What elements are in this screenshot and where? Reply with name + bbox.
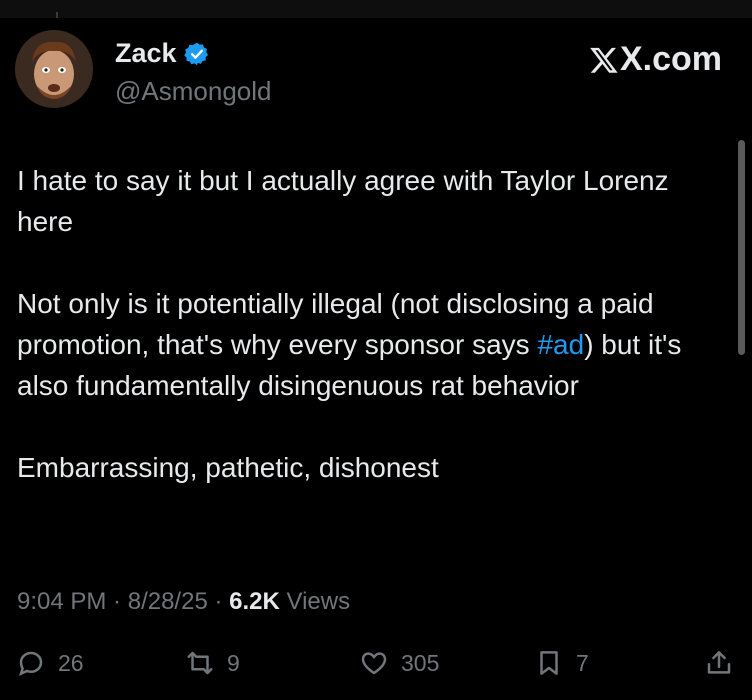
views-count: 6.2K <box>229 588 280 615</box>
author-name[interactable]: Zack <box>115 38 177 69</box>
meta-separator: · <box>106 588 128 615</box>
bookmark-icon <box>540 651 558 675</box>
meta-separator: · <box>207 588 230 615</box>
brand-label: X.com <box>619 40 722 78</box>
action-bar: 26 9 305 7 <box>0 643 752 687</box>
reply-count: 26 <box>58 649 84 676</box>
bookmark-button[interactable]: 7 <box>534 648 589 678</box>
avatar[interactable] <box>15 30 93 108</box>
tweet-time[interactable]: 9:04 PM <box>17 588 106 615</box>
top-bar-tick <box>56 12 58 18</box>
author-handle[interactable]: @Asmongold <box>115 76 271 107</box>
top-bar <box>0 0 752 18</box>
author-name-row: Zack <box>115 38 210 69</box>
repost-button[interactable]: 9 <box>185 648 240 678</box>
heart-icon <box>361 652 387 675</box>
bookmark-count: 7 <box>576 649 589 676</box>
tweet-paragraph-2: Not only is it potentially illegal (not … <box>17 283 717 406</box>
verified-badge-icon <box>183 41 210 67</box>
avatar-photo-icon <box>15 30 93 108</box>
share-button[interactable] <box>704 648 734 678</box>
reply-icon <box>18 651 43 676</box>
repost-count: 9 <box>227 649 240 676</box>
x-logo-icon <box>590 47 618 73</box>
like-button[interactable]: 305 <box>359 648 439 678</box>
views-label: Views <box>279 588 351 615</box>
tweet-meta: 9:04 PM · 8/28/25 · 6.2K Views <box>17 588 350 616</box>
tweet-paragraph-3: Embarrassing, pathetic, dishonest <box>17 452 439 483</box>
tweet-date[interactable]: 8/28/25 <box>128 588 208 615</box>
repost-icon <box>187 651 213 675</box>
share-icon <box>707 651 731 674</box>
like-count: 305 <box>401 649 440 676</box>
reply-button[interactable]: 26 <box>16 648 84 678</box>
tweet-paragraph-1: I hate to say it but I actually agree wi… <box>17 165 669 237</box>
hashtag-link[interactable]: #ad <box>537 329 584 360</box>
brand-logo[interactable]: X.com <box>589 40 722 79</box>
tweet-text: I hate to say it but I actually agree wi… <box>17 160 717 488</box>
scrollbar[interactable] <box>738 140 745 355</box>
